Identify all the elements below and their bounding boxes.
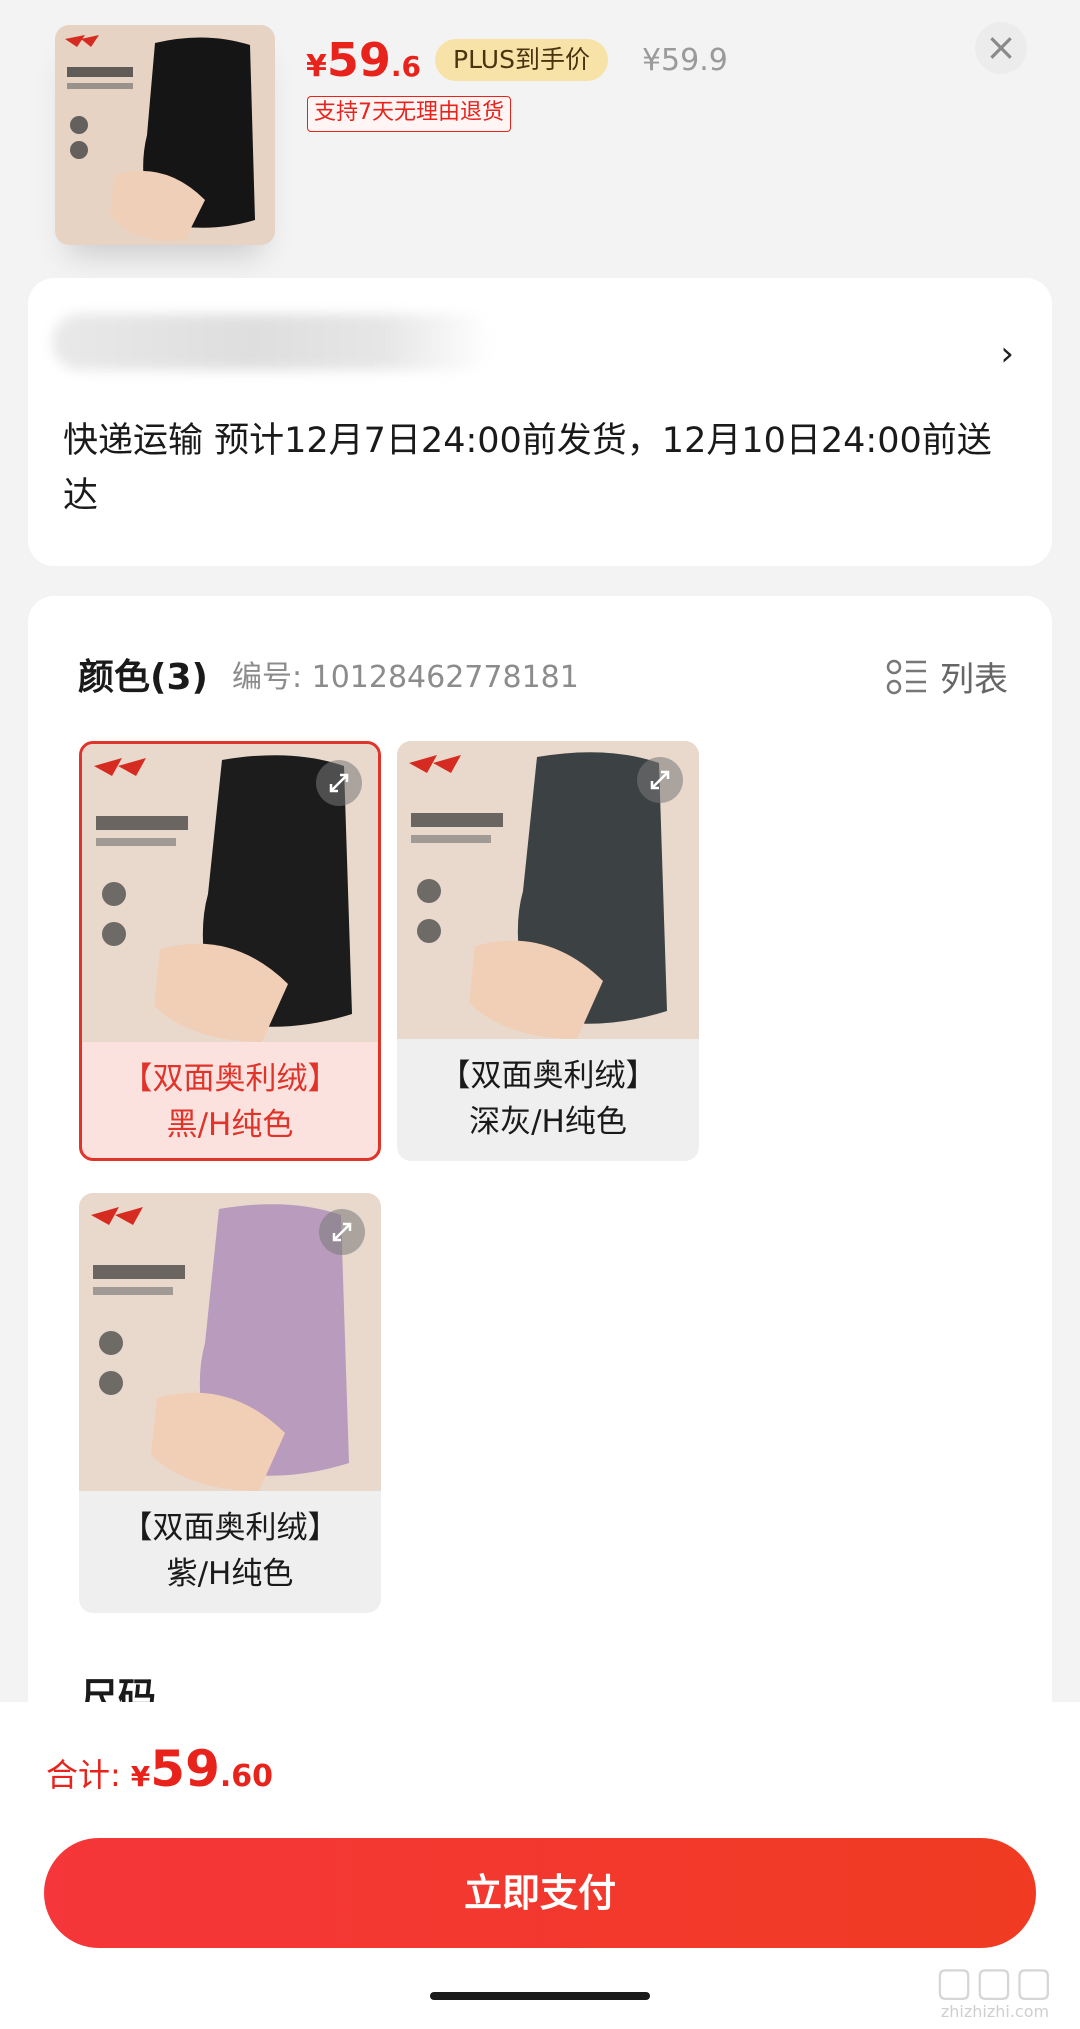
address-blurred [52, 314, 492, 370]
product-thumbnail [55, 25, 275, 245]
original-price: ¥59.9 [641, 42, 728, 78]
swatch-image [397, 741, 699, 1039]
watermark: ▢▢▢ zhizhizhi.com [920, 1962, 1070, 2022]
color-swatch-dark-gray[interactable]: 【双面奥利绒】 深灰/H纯色 [397, 741, 699, 1161]
list-view-toggle[interactable]: 列表 [886, 652, 1008, 701]
total-price: 合计: ¥ 59 .60 [46, 1740, 274, 1798]
pay-now-button[interactable]: 立即支付 [44, 1838, 1036, 1948]
shipping-card[interactable]: › 快递运输 预计12月7日24:00前发货，12月10日24:00前送达 [28, 278, 1052, 566]
swatch-image [79, 1193, 381, 1491]
watermark-logo: ▢▢▢ [935, 1959, 1055, 2005]
plus-price-badge: PLUS到手价 [435, 39, 608, 81]
current-price: ¥ 59 .6 [306, 33, 422, 87]
color-swatch-black[interactable]: 【双面奥利绒】 黑/H纯色 [79, 741, 381, 1161]
swatch-label: 【双面奥利绒】 紫/H纯色 [121, 1510, 339, 1592]
color-swatch-purple[interactable]: 【双面奥利绒】 紫/H纯色 [79, 1193, 381, 1613]
color-title: 颜色(3) [78, 657, 208, 698]
expand-icon[interactable] [637, 757, 683, 803]
home-indicator[interactable] [430, 1992, 650, 2000]
sku-options-card: 颜色(3) 编号: 10128462778181 列表 【双面奥利绒】 黑/H纯… [28, 596, 1052, 1776]
chevron-right-icon[interactable]: › [1000, 334, 1014, 374]
product-code: 编号: 10128462778181 [231, 660, 579, 695]
swatch-label: 【双面奥利绒】 深灰/H纯色 [439, 1058, 657, 1140]
expand-icon[interactable] [319, 1209, 365, 1255]
checkout-bar: 合计: ¥ 59 .60 立即支付 ▢▢▢ zhizhizhi.com [0, 1702, 1080, 2029]
expand-icon[interactable] [316, 760, 362, 806]
list-icon [886, 659, 926, 694]
swatch-label: 【双面奥利绒】 黑/H纯色 [121, 1061, 339, 1143]
product-summary: ¥ 59 .6 PLUS到手价 ¥59.9 支持7天无理由退货 × [0, 0, 1080, 270]
close-button[interactable]: × [975, 22, 1027, 74]
list-label: 列表 [940, 660, 1008, 700]
return-policy-tag: 支持7天无理由退货 [307, 96, 511, 132]
delivery-estimate: 快递运输 预计12月7日24:00前发货，12月10日24:00前送达 [63, 421, 992, 516]
color-section-header: 颜色(3) 编号: 10128462778181 列表 [78, 644, 1008, 704]
price-row: ¥ 59 .6 PLUS到手价 ¥59.9 [306, 30, 728, 90]
swatch-image [82, 744, 378, 1042]
